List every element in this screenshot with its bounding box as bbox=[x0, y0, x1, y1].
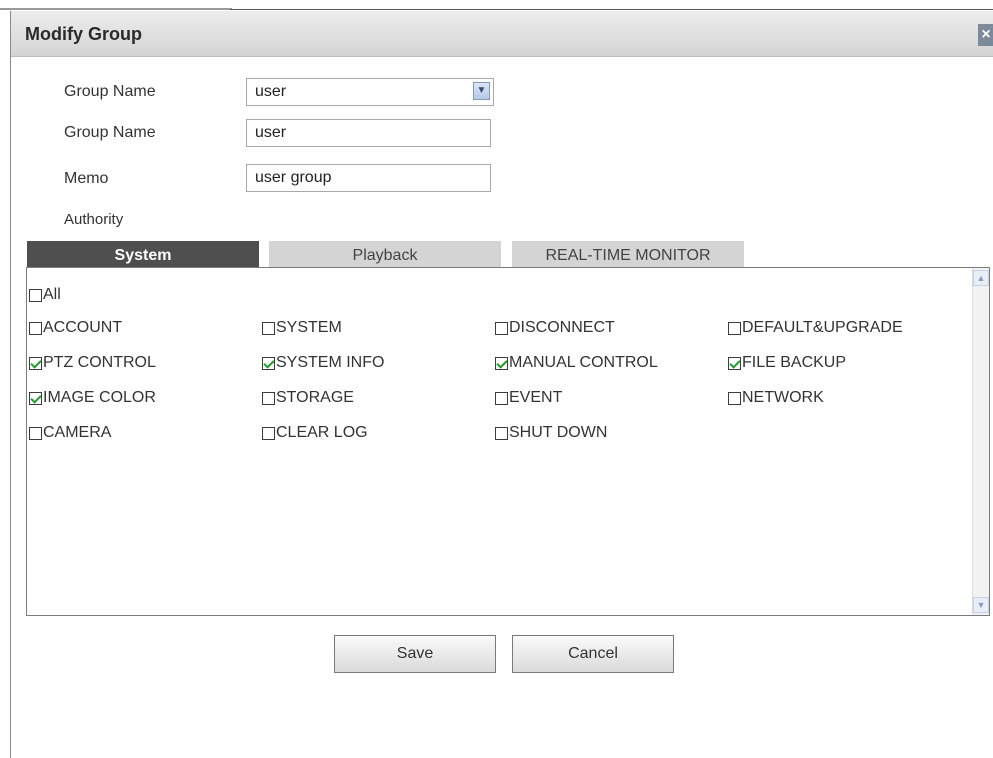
permission-shut-down[interactable]: SHUT DOWN bbox=[495, 423, 607, 443]
permissions-panel: All ACCOUNT SYSTEM DISCONNECT DEFAULT&UPGRA… bbox=[26, 267, 990, 616]
permission-camera-label: CAMERA bbox=[43, 424, 112, 441]
permission-ptz-control-label: PTZ CONTROL bbox=[43, 354, 156, 371]
checkbox-file-backup[interactable] bbox=[728, 356, 741, 370]
group-name-label: Group Name bbox=[64, 124, 156, 141]
permission-clear-log-label: CLEAR LOG bbox=[276, 424, 368, 441]
authority-label: Authority bbox=[64, 211, 124, 228]
top-divider bbox=[230, 9, 993, 10]
permission-event-label: EVENT bbox=[509, 389, 563, 406]
checkbox-shut-down[interactable] bbox=[495, 426, 508, 440]
permission-storage[interactable]: STORAGE bbox=[262, 388, 354, 408]
checkbox-disconnect[interactable] bbox=[495, 321, 508, 335]
permission-system-label: SYSTEM bbox=[276, 319, 342, 336]
checkbox-ptz-control[interactable] bbox=[29, 356, 42, 370]
group-select[interactable]: user ▼ bbox=[246, 78, 494, 106]
permission-all-label: All bbox=[43, 286, 61, 303]
checkbox-system-info[interactable] bbox=[262, 356, 275, 370]
group-select-value: user bbox=[255, 83, 287, 100]
checkbox-storage[interactable] bbox=[262, 391, 275, 405]
permission-clear-log[interactable]: CLEAR LOG bbox=[262, 423, 368, 443]
group-select-label: Group Name bbox=[64, 83, 156, 100]
permission-system-info-label: SYSTEM INFO bbox=[276, 354, 385, 371]
modify-group-dialog: Modify Group × Group Name user ▼ Group N… bbox=[10, 11, 993, 758]
permission-system-info[interactable]: SYSTEM INFO bbox=[262, 353, 384, 373]
permission-file-backup-label: FILE BACKUP bbox=[742, 354, 847, 371]
permission-account-label: ACCOUNT bbox=[43, 319, 123, 336]
permission-manual-control[interactable]: MANUAL CONTROL bbox=[495, 353, 658, 373]
permission-default-upgrade-label: DEFAULT&UPGRADE bbox=[742, 319, 903, 336]
checkbox-event[interactable] bbox=[495, 391, 508, 405]
save-button[interactable]: Save bbox=[334, 635, 496, 673]
permission-network[interactable]: NETWORK bbox=[728, 388, 824, 408]
dialog-title: Modify Group bbox=[25, 24, 142, 44]
memo-input[interactable]: user group bbox=[246, 164, 491, 192]
checkbox-account[interactable] bbox=[29, 321, 42, 335]
permission-storage-label: STORAGE bbox=[276, 389, 354, 406]
top-tab-indicator bbox=[0, 8, 232, 10]
permission-account[interactable]: ACCOUNT bbox=[29, 318, 122, 338]
checkbox-default-upgrade[interactable] bbox=[728, 321, 741, 335]
permission-system[interactable]: SYSTEM bbox=[262, 318, 342, 338]
permission-camera[interactable]: CAMERA bbox=[29, 423, 111, 443]
scroll-up-icon[interactable]: ▲ bbox=[973, 270, 989, 286]
permission-event[interactable]: EVENT bbox=[495, 388, 562, 408]
dialog-titlebar: Modify Group × bbox=[11, 11, 993, 57]
permission-manual-control-label: MANUAL CONTROL bbox=[509, 354, 658, 371]
cancel-button[interactable]: Cancel bbox=[512, 635, 674, 673]
scroll-down-icon[interactable]: ▼ bbox=[973, 597, 989, 613]
permission-shut-down-label: SHUT DOWN bbox=[509, 424, 608, 441]
checkbox-system[interactable] bbox=[262, 321, 275, 335]
close-icon[interactable]: × bbox=[978, 24, 993, 46]
permission-image-color-label: IMAGE COLOR bbox=[43, 389, 156, 406]
group-name-input[interactable]: user bbox=[246, 119, 491, 147]
permission-disconnect-label: DISCONNECT bbox=[509, 319, 615, 336]
memo-label: Memo bbox=[64, 170, 109, 187]
chevron-down-icon[interactable]: ▼ bbox=[473, 82, 490, 100]
permission-disconnect[interactable]: DISCONNECT bbox=[495, 318, 615, 338]
checkbox-image-color[interactable] bbox=[29, 391, 42, 405]
checkbox-clear-log[interactable] bbox=[262, 426, 275, 440]
window-top-strip bbox=[0, 0, 993, 10]
permission-default-upgrade[interactable]: DEFAULT&UPGRADE bbox=[728, 318, 903, 338]
checkbox-camera[interactable] bbox=[29, 426, 42, 440]
permission-file-backup[interactable]: FILE BACKUP bbox=[728, 353, 846, 373]
permission-network-label: NETWORK bbox=[742, 389, 824, 406]
checkbox-manual-control[interactable] bbox=[495, 356, 508, 370]
vertical-scrollbar[interactable]: ▲ ▼ bbox=[972, 268, 989, 615]
checkbox-network[interactable] bbox=[728, 391, 741, 405]
permission-ptz-control[interactable]: PTZ CONTROL bbox=[29, 353, 156, 373]
permission-image-color[interactable]: IMAGE COLOR bbox=[29, 388, 156, 408]
checkbox-all[interactable] bbox=[29, 288, 42, 302]
permission-all[interactable]: All bbox=[29, 285, 61, 305]
